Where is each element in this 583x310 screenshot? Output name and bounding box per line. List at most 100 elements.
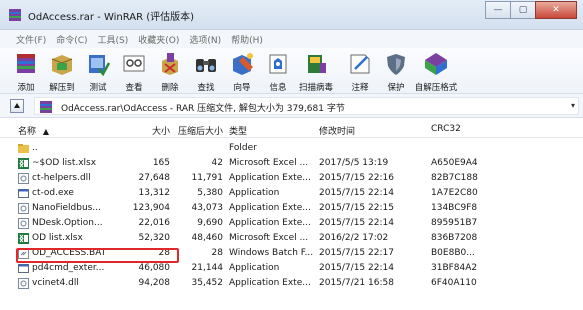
close-button[interactable]: ✕ xyxy=(535,1,577,19)
file-modified: 2015/7/15 22:16 xyxy=(319,173,394,183)
column-type-header[interactable]: 类型 xyxy=(229,124,247,137)
file-packed-size: 42 xyxy=(211,158,223,168)
virus-scan-button[interactable]: 扫描病毒 xyxy=(298,51,334,93)
minimize-button[interactable]: — xyxy=(485,1,511,19)
minimize-icon: — xyxy=(493,4,503,15)
file-row[interactable]: vcinet4.dll 94,208 35,452 Application Exte.… xyxy=(0,276,583,291)
file-crc: 134BC9F8 xyxy=(431,203,478,213)
column-name-label: 名称 xyxy=(18,127,37,137)
file-packed-size: 11,791 xyxy=(191,173,224,183)
file-type: Application Exte... xyxy=(229,278,311,288)
file-name: ~$OD list.xlsx xyxy=(32,158,97,168)
extract-to-icon xyxy=(51,55,73,75)
file-name: NanoFieldbus... xyxy=(32,203,101,213)
menu-favorites[interactable]: 收藏夹(O) xyxy=(138,33,179,46)
dll-icon xyxy=(18,218,29,229)
file-type: Microsoft Excel ... xyxy=(229,233,309,243)
column-name-header[interactable]: 名称 ▲ xyxy=(18,124,49,137)
file-row[interactable]: NanoFieldbus... 123,904 43,073 Application … xyxy=(0,201,583,216)
delete-icon xyxy=(162,53,178,75)
column-packed-header[interactable]: 压缩后大小 xyxy=(175,124,223,137)
file-crc: 31BF84A2 xyxy=(431,263,478,273)
menu-options[interactable]: 选项(N) xyxy=(189,33,221,46)
file-size: 94,208 xyxy=(138,278,171,288)
file-modified: 2015/7/15 22:17 xyxy=(319,248,394,258)
test-icon xyxy=(89,55,111,77)
file-size: 13,312 xyxy=(138,188,171,198)
address-field[interactable]: OdAccess.rar\OdAccess - RAR 压缩文件, 解包大小为 … xyxy=(34,97,579,115)
file-type: Windows Batch F... xyxy=(229,248,314,258)
maximize-button[interactable]: ▢ xyxy=(510,1,536,19)
virus-scan-icon xyxy=(308,55,326,73)
file-crc: 82B7C188 xyxy=(431,173,478,183)
file-packed-size: 35,452 xyxy=(191,278,224,288)
file-modified: 2015/7/15 22:15 xyxy=(319,203,394,213)
file-name: NDesk.Option... xyxy=(32,218,103,228)
file-packed-size: 28 xyxy=(211,248,223,258)
file-row[interactable]: .. Folder xyxy=(0,141,583,156)
file-type: Application Exte... xyxy=(229,203,311,213)
file-modified: 2016/2/2 17:02 xyxy=(319,233,389,243)
address-bar: OdAccess.rar\OdAccess - RAR 压缩文件, 解包大小为 … xyxy=(0,94,583,118)
menu-commands[interactable]: 命令(C) xyxy=(56,33,87,46)
sfx-button[interactable]: 自解压格式 xyxy=(415,51,457,93)
menu-file[interactable]: 文件(F) xyxy=(16,33,46,46)
maximize-icon: ▢ xyxy=(518,4,528,15)
info-icon xyxy=(269,54,287,74)
file-name: ct-helpers.dll xyxy=(32,173,91,183)
file-type: Application Exte... xyxy=(229,218,311,228)
menu-bar: 文件(F) 命令(C) 工具(S) 收藏夹(O) 选项(N) 帮助(H) xyxy=(0,30,583,48)
dll-icon xyxy=(18,173,29,184)
menu-help[interactable]: 帮助(H) xyxy=(231,33,263,46)
file-modified: 2015/7/15 22:14 xyxy=(319,188,394,198)
file-row[interactable]: ct-od.exe 13,312 5,380 Application 2015/7/15… xyxy=(0,186,583,201)
column-crc-header[interactable]: CRC32 xyxy=(431,124,461,134)
file-packed-size: 48,460 xyxy=(191,233,224,243)
title-bar: OdAccess.rar - WinRAR (评估版本) — ▢ ✕ xyxy=(0,0,583,30)
file-packed-size: 5,380 xyxy=(197,188,223,198)
sfx-icon xyxy=(425,53,447,75)
column-size-header[interactable]: 大小 xyxy=(130,124,170,137)
column-modified-header[interactable]: 修改时间 xyxy=(319,124,355,137)
file-row[interactable]: OD list.xlsx 52,320 48,460 Microsoft Excel … xyxy=(0,231,583,246)
winrar-app-icon xyxy=(9,9,21,21)
file-crc: B0E8B0... xyxy=(431,248,475,258)
menu-tools[interactable]: 工具(S) xyxy=(98,33,129,46)
exe-icon xyxy=(18,188,29,199)
dll-icon xyxy=(18,203,29,214)
file-row[interactable]: pd4cmd_exter... 46,080 21,144 Application 20… xyxy=(0,261,583,276)
find-icon xyxy=(196,59,216,72)
file-row[interactable]: ct-helpers.dll 27,648 11,791 Application Ex… xyxy=(0,171,583,186)
column-header-row: 名称 ▲ 大小 压缩后大小 类型 修改时间 CRC32 xyxy=(0,120,583,138)
file-type: Application Exte... xyxy=(229,173,311,183)
file-row[interactable]: NDesk.Option... 22,016 9,690 Application Ex… xyxy=(0,216,583,231)
file-name: pd4cmd_exter... xyxy=(32,263,105,273)
file-name: ct-od.exe xyxy=(32,188,74,198)
file-size: 165 xyxy=(152,158,170,168)
file-modified: 2015/7/15 22:14 xyxy=(319,218,394,228)
file-crc: A650E9A4 xyxy=(431,158,478,168)
exe-icon xyxy=(18,263,29,274)
comment-icon xyxy=(350,54,370,74)
file-packed-size: 9,690 xyxy=(197,218,223,228)
file-size: 46,080 xyxy=(138,263,171,273)
file-modified: 2015/7/15 22:14 xyxy=(319,263,394,273)
file-packed-size: 43,073 xyxy=(191,203,224,213)
chevron-down-icon[interactable]: ▾ xyxy=(571,101,575,110)
file-crc: 895951B7 xyxy=(431,218,478,228)
folder-icon xyxy=(18,143,29,154)
file-name: .. xyxy=(32,143,38,153)
up-folder-button[interactable] xyxy=(10,99,24,113)
file-modified: 2017/5/5 13:19 xyxy=(319,158,389,168)
excel-icon xyxy=(18,233,29,244)
excel-icon xyxy=(18,158,29,169)
wizard-icon xyxy=(233,53,253,75)
file-crc: 6F40A110 xyxy=(431,278,477,288)
file-size: 27,648 xyxy=(138,173,171,183)
file-type: Application xyxy=(229,188,280,198)
file-size: 123,904 xyxy=(132,203,170,213)
file-crc: 836B7208 xyxy=(431,233,478,243)
address-path: OdAccess.rar\OdAccess - RAR 压缩文件, 解包大小为 … xyxy=(61,104,345,114)
file-row[interactable]: ~$OD list.xlsx 165 42 Microsoft Excel ... 20… xyxy=(0,156,583,171)
close-icon: ✕ xyxy=(552,4,560,15)
